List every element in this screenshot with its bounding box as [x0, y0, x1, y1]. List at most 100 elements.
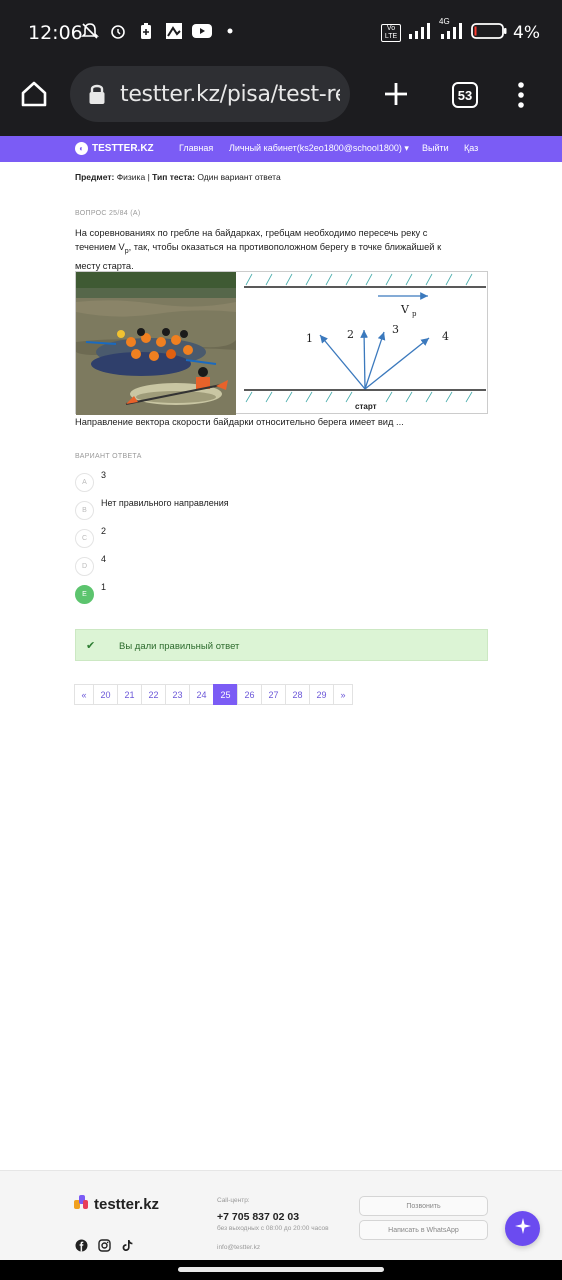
page-link[interactable]: 20 — [93, 684, 118, 705]
question-number: ВОПРОС 25/84 (A) — [75, 210, 141, 217]
vector-label-3: 3 — [392, 323, 399, 336]
whatsapp-button[interactable]: Написать в WhatsApp — [359, 1220, 488, 1240]
lock-icon[interactable] — [88, 83, 106, 110]
option-text-c[interactable]: 2 — [101, 526, 106, 536]
answer-option-e[interactable]: E 1 — [75, 582, 475, 605]
vector-2 — [360, 329, 369, 390]
nav-logout[interactable]: Выйти — [422, 143, 449, 153]
option-text-d[interactable]: 4 — [101, 554, 106, 564]
option-text-e[interactable]: 1 — [101, 582, 106, 592]
question-line-1: На соревнованиях по гребле на байдарках,… — [75, 228, 428, 238]
page-link[interactable]: 23 — [165, 684, 190, 705]
meta-separator: | — [147, 172, 150, 182]
subject-value: Физика — [116, 172, 146, 182]
signal-icon-2: 4G — [439, 17, 465, 43]
network-type: 4G — [439, 17, 450, 26]
question-line-2-post: , так, чтобы оказаться на противоположно… — [128, 242, 442, 252]
question-caption: Направление вектора скорости байдарки от… — [75, 417, 404, 427]
sparkle-icon — [514, 1217, 532, 1240]
footer-logo[interactable]: testter.kz — [74, 1194, 159, 1214]
footer-hours: без выходных с 08:00 до 20:00 часов — [217, 1225, 329, 1232]
page-link[interactable]: 26 — [237, 684, 262, 705]
home-gesture-bar[interactable] — [178, 1267, 384, 1272]
pagination: « 20 21 22 23 24 25 26 27 28 29 » — [74, 684, 353, 705]
answers-title: ВАРИАНТ ОТВЕТА — [75, 453, 142, 460]
status-bar: 12:06 Vo LTE 4G 4% — [0, 0, 562, 64]
answer-option-d[interactable]: D 4 — [75, 554, 475, 577]
option-letter-a[interactable]: A — [75, 473, 94, 492]
youtube-icon — [192, 21, 212, 41]
call-center-label: Call-центр: — [217, 1197, 250, 1204]
tab-switcher-button[interactable]: 53 — [452, 82, 478, 108]
option-letter-e[interactable]: E — [75, 585, 94, 604]
instagram-icon[interactable] — [98, 1239, 111, 1252]
vector-label-4: 4 — [442, 330, 449, 343]
page-next[interactable]: » — [333, 684, 353, 705]
option-letter-b[interactable]: B — [75, 501, 94, 520]
muted-bell-icon — [80, 21, 100, 41]
address-bar[interactable]: testter.kz/pisa/test-re — [70, 66, 350, 122]
option-letter-c[interactable]: C — [75, 529, 94, 548]
logo-icon: ◐ — [75, 142, 88, 155]
browser-toolbar: testter.kz/pisa/test-re 53 — [0, 64, 562, 136]
page-link[interactable]: 29 — [309, 684, 334, 705]
vector-sub: р — [412, 310, 417, 318]
kayak-photo — [76, 272, 236, 415]
status-right: Vo LTE 4G 4% — [381, 17, 540, 44]
volte-icon: Vo LTE — [381, 24, 402, 42]
page-current[interactable]: 25 — [213, 684, 238, 705]
subject-label: Предмет: — [75, 172, 115, 182]
test-meta: Предмет: Физика | Тип теста: Один вариан… — [75, 172, 281, 182]
site-footer: testter.kz Call-центр: +7 705 837 02 03 … — [0, 1170, 562, 1260]
ai-assistant-button[interactable] — [505, 1211, 540, 1246]
page-prev[interactable]: « — [74, 684, 94, 705]
start-label: старт — [355, 402, 377, 411]
nav-home[interactable]: Главная — [179, 143, 213, 153]
battery-icon — [471, 22, 507, 44]
tiktok-icon[interactable] — [121, 1239, 134, 1252]
answer-option-a[interactable]: A 3 — [75, 470, 475, 493]
image-icon — [164, 21, 184, 41]
facebook-icon[interactable] — [75, 1239, 88, 1252]
site-brand[interactable]: TESTTER.KZ — [92, 143, 154, 154]
page-link[interactable]: 28 — [285, 684, 310, 705]
battery-percent: 4% — [513, 23, 540, 43]
test-type-value: Один вариант ответа — [197, 172, 281, 182]
footer-phone[interactable]: +7 705 837 02 03 — [217, 1211, 299, 1223]
page-link[interactable]: 27 — [261, 684, 286, 705]
option-text-b[interactable]: Нет правильного направления — [101, 498, 229, 508]
status-notification-icons — [80, 21, 240, 41]
result-message: Вы дали правильный ответ — [119, 641, 240, 652]
menu-more-icon[interactable] — [516, 82, 526, 113]
dot-icon — [220, 21, 240, 41]
footer-email[interactable]: info@testter.kz — [217, 1244, 260, 1251]
answer-option-b[interactable]: B Нет правильного направления — [75, 498, 475, 521]
page-link[interactable]: 22 — [141, 684, 166, 705]
site-logo[interactable]: ◐ TESTTER.KZ — [75, 142, 154, 155]
nav-language[interactable]: Қаз — [464, 143, 478, 153]
call-button[interactable]: Позвонить — [359, 1196, 488, 1216]
url-text[interactable]: testter.kz/pisa/test-re — [120, 82, 340, 107]
status-time: 12:06 — [28, 22, 83, 44]
option-letter-d[interactable]: D — [75, 557, 94, 576]
vector-diagram: V р 1 2 3 4 старт — [244, 273, 486, 411]
page-link[interactable]: 24 — [189, 684, 214, 705]
question-figure: V р 1 2 3 4 старт — [75, 271, 488, 415]
question-line-2-pre: течением V — [75, 242, 125, 252]
vector-1 — [319, 334, 366, 390]
signal-icon-1 — [407, 23, 433, 43]
option-text-a[interactable]: 3 — [101, 470, 106, 480]
check-icon: ✔ — [86, 640, 96, 652]
nav-cabinet[interactable]: Личный кабинет(ks2eo1800@school1800) ▾ — [229, 143, 409, 154]
vector-4 — [364, 337, 430, 390]
new-tab-icon[interactable] — [383, 81, 409, 112]
alarm-icon — [108, 21, 128, 41]
question-text: На соревнованиях по гребле на байдарках,… — [75, 226, 470, 273]
question-line-2: течением Vр, так, чтобы оказаться на про… — [75, 240, 470, 259]
page-link[interactable]: 21 — [117, 684, 142, 705]
vector-label-1: 1 — [306, 332, 313, 345]
home-icon[interactable] — [20, 80, 48, 113]
answer-option-c[interactable]: C 2 — [75, 526, 475, 549]
footer-brand[interactable]: testter.kz — [94, 1196, 159, 1213]
vector-3 — [364, 331, 386, 390]
